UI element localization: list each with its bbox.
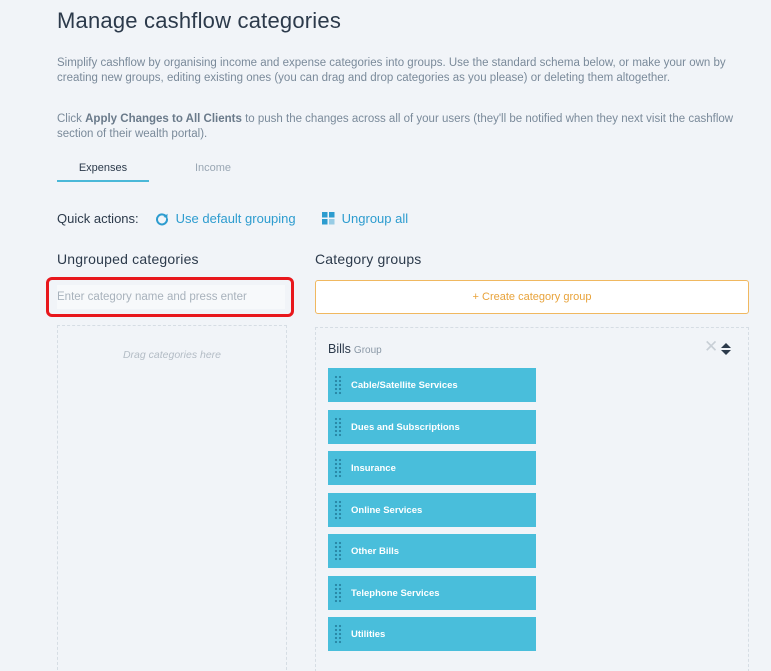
tab-expenses[interactable]: Expenses [57, 158, 149, 182]
category-item[interactable]: Other Bills [328, 534, 536, 568]
dropzone-hint: Drag categories here [122, 349, 222, 361]
category-groups-title: Category groups [315, 251, 422, 267]
use-default-grouping-label: Use default grouping [175, 211, 296, 226]
category-item[interactable]: Telephone Services [328, 576, 536, 610]
refresh-icon [155, 212, 168, 225]
ungroup-all-button[interactable]: Ungroup all [321, 211, 409, 226]
category-item[interactable]: Cable/Satellite Services [328, 368, 536, 402]
tab-income[interactable]: Income [167, 158, 259, 182]
category-item[interactable]: Insurance [328, 451, 536, 485]
group-name[interactable]: Bills Group [328, 342, 382, 356]
drag-handle-icon[interactable] [334, 624, 343, 644]
group-type-label: Group [353, 345, 382, 356]
use-default-grouping-button[interactable]: Use default grouping [155, 211, 296, 226]
close-icon[interactable]: ✕ [704, 337, 718, 357]
drag-handle-icon[interactable] [334, 417, 343, 437]
category-item[interactable]: Dues and Subscriptions [328, 410, 536, 444]
category-label: Cable/Satellite Services [351, 379, 458, 391]
grid-icon [321, 212, 335, 225]
ungrouped-categories-title: Ungrouped categories [57, 251, 199, 267]
drag-handle-icon[interactable] [334, 541, 343, 561]
ungrouped-dropzone[interactable]: Drag categories here [57, 325, 287, 671]
apply-changes-link-text: Apply Changes to All Clients [85, 113, 242, 125]
category-item[interactable]: Utilities [328, 617, 536, 651]
category-item[interactable]: Online Services [328, 493, 536, 527]
create-category-group-button[interactable]: + Create category group [315, 280, 749, 314]
group-name-text: Bills [328, 342, 351, 356]
page-title: Manage cashflow categories [57, 8, 342, 33]
category-label: Online Services [351, 504, 423, 516]
apply-note-prefix: Click [57, 113, 86, 125]
sort-arrows-icon[interactable] [721, 343, 731, 355]
category-label: Utilities [351, 628, 386, 640]
apply-changes-note: Click Apply Changes to All Clients to pu… [57, 112, 757, 142]
quick-actions: Quick actions: Use default grouping Ungr… [57, 211, 434, 226]
category-label: Insurance [351, 462, 396, 474]
ungroup-all-label: Ungroup all [341, 211, 409, 226]
drag-handle-icon[interactable] [334, 458, 343, 478]
quick-actions-label: Quick actions: [57, 211, 139, 226]
page-description: Simplify cashflow by organising income a… [57, 57, 726, 84]
drag-handle-icon[interactable] [334, 583, 343, 603]
category-group-bills: Bills Group ✕ Cable/Satellite Services Du… [315, 327, 749, 671]
category-label: Telephone Services [351, 587, 440, 599]
category-type-tabs: Expenses Income [57, 158, 259, 182]
category-label: Other Bills [351, 545, 400, 557]
drag-handle-icon[interactable] [334, 375, 343, 395]
input-highlight-box [46, 277, 294, 317]
drag-handle-icon[interactable] [334, 500, 343, 520]
category-label: Dues and Subscriptions [351, 421, 460, 433]
